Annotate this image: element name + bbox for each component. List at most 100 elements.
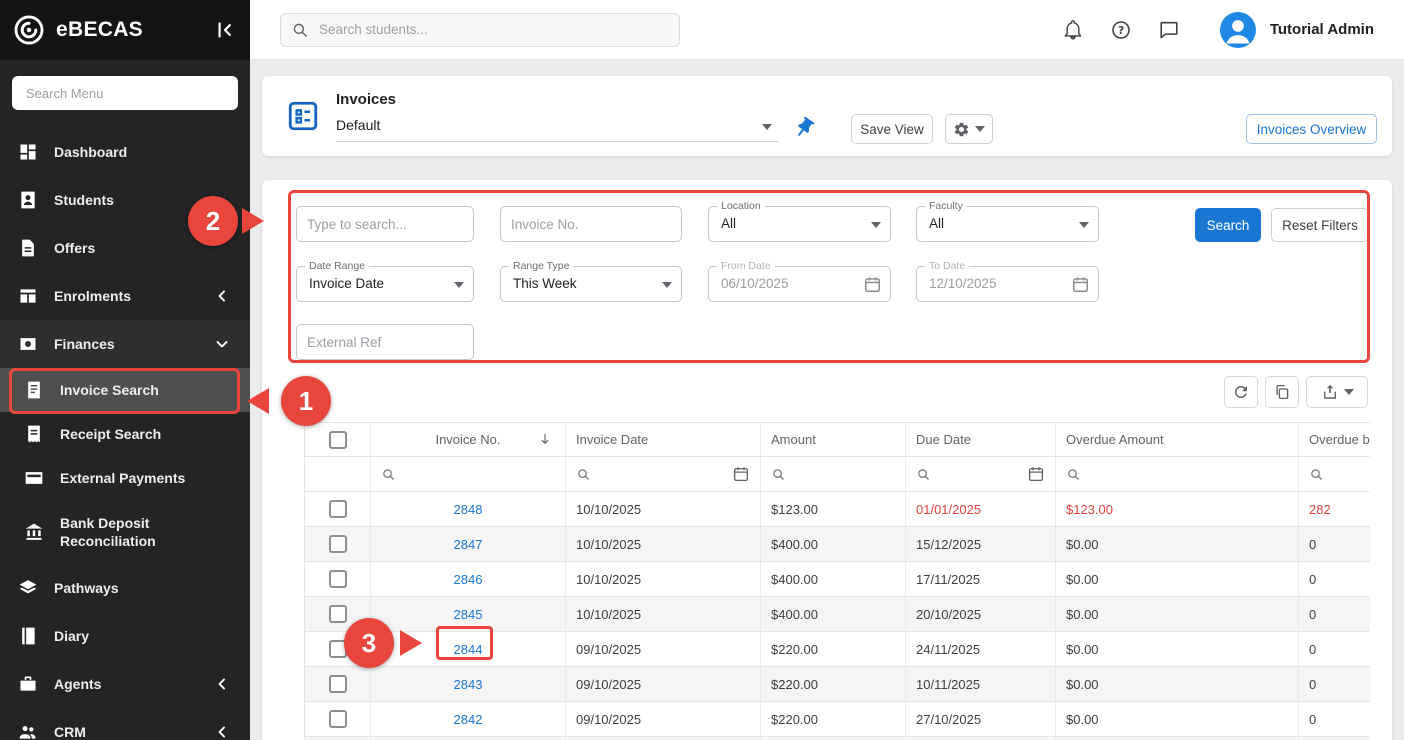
column-header-amount[interactable]: Amount bbox=[761, 423, 906, 456]
row-checkbox[interactable] bbox=[329, 605, 347, 623]
column-label: Due Date bbox=[916, 432, 971, 447]
sidebar-item-pathways[interactable]: Pathways bbox=[0, 564, 250, 612]
column-header-overdue-amount[interactable]: Overdue Amount bbox=[1056, 423, 1299, 456]
column-label: Overdue b bbox=[1309, 432, 1370, 447]
row-checkbox[interactable] bbox=[329, 570, 347, 588]
save-view-button[interactable]: Save View bbox=[851, 114, 933, 144]
amount-cell: $220.00 bbox=[761, 702, 906, 736]
column-header-invoice-date[interactable]: Invoice Date bbox=[566, 423, 761, 456]
invoice-link[interactable]: 2843 bbox=[454, 677, 483, 692]
sidebar-header: eBECAS bbox=[0, 0, 250, 60]
filter-overdue-by[interactable] bbox=[1299, 457, 1370, 491]
chevron-left-icon bbox=[212, 286, 232, 306]
row-checkbox[interactable] bbox=[329, 500, 347, 518]
filter-invoice-date[interactable] bbox=[566, 457, 761, 491]
export-dropdown-button[interactable] bbox=[1306, 376, 1368, 408]
page-title: Invoices bbox=[336, 91, 396, 108]
overdue-by-cell: 0 bbox=[1299, 527, 1370, 561]
enrolments-icon bbox=[18, 286, 38, 306]
annotation-step-1: 1 bbox=[281, 376, 331, 426]
overdue-amount-cell: $123.00 bbox=[1056, 492, 1299, 526]
collapse-sidebar-icon[interactable] bbox=[212, 17, 238, 43]
sidebar-item-label: Finances bbox=[54, 335, 196, 353]
invoice-date-cell: 10/10/2025 bbox=[566, 597, 761, 631]
row-checkbox-cell bbox=[305, 667, 371, 701]
invoice-link[interactable]: 2846 bbox=[454, 572, 483, 587]
sidebar-item-external-payments[interactable]: External Payments bbox=[0, 456, 250, 500]
crm-icon bbox=[18, 722, 38, 740]
overdue-by-cell: 0 bbox=[1299, 562, 1370, 596]
notifications-bell-icon[interactable] bbox=[1062, 19, 1084, 41]
row-checkbox[interactable] bbox=[329, 675, 347, 693]
invoices-overview-button[interactable]: Invoices Overview bbox=[1246, 114, 1377, 144]
sidebar-item-agents[interactable]: Agents bbox=[0, 660, 250, 708]
column-label: Invoice Date bbox=[576, 432, 648, 447]
export-icon bbox=[1321, 383, 1339, 401]
invoice-link[interactable]: 2845 bbox=[454, 607, 483, 622]
row-checkbox[interactable] bbox=[329, 710, 347, 728]
select-all-checkbox[interactable] bbox=[329, 431, 347, 449]
filter-cell-empty bbox=[305, 457, 371, 491]
annotation-step-3: 3 bbox=[344, 618, 394, 668]
calendar-icon[interactable] bbox=[732, 465, 750, 483]
chevron-down-icon bbox=[975, 126, 985, 132]
invoice-link[interactable]: 2847 bbox=[454, 537, 483, 552]
sidebar-item-enrolments[interactable]: Enrolments bbox=[0, 272, 250, 320]
invoice-table-grid: Invoice No. Invoice Date Amount Due Date… bbox=[304, 422, 1370, 740]
help-icon[interactable]: ? bbox=[1110, 19, 1132, 41]
overdue-amount-cell: $0.00 bbox=[1056, 702, 1299, 736]
sidebar-item-receipt-search[interactable]: Receipt Search bbox=[0, 412, 250, 456]
view-selector[interactable]: Default bbox=[336, 114, 778, 142]
amount-cell: $400.00 bbox=[761, 562, 906, 596]
gear-icon bbox=[953, 121, 970, 138]
sidebar-item-finances[interactable]: Finances bbox=[0, 320, 250, 368]
sidebar-item-dashboard[interactable]: Dashboard bbox=[0, 128, 250, 176]
table-header-row: Invoice No. Invoice Date Amount Due Date… bbox=[305, 423, 1370, 457]
overdue-by-cell: 282 bbox=[1299, 492, 1370, 526]
search-icon bbox=[1309, 467, 1324, 482]
search-students-input[interactable] bbox=[280, 13, 680, 47]
overdue-by-cell: 0 bbox=[1299, 632, 1370, 666]
overdue-amount-cell: $0.00 bbox=[1056, 632, 1299, 666]
sidebar-item-bank-deposit-reconciliation[interactable]: Bank Deposit Reconciliation bbox=[0, 500, 250, 564]
chat-icon[interactable] bbox=[1158, 19, 1180, 41]
filter-due-date[interactable] bbox=[906, 457, 1056, 491]
pin-icon[interactable] bbox=[787, 111, 820, 144]
invoice-link[interactable]: 2842 bbox=[454, 712, 483, 727]
filter-overdue-amount[interactable] bbox=[1056, 457, 1299, 491]
receipt-search-icon bbox=[24, 424, 44, 444]
column-header-invoice-no[interactable]: Invoice No. bbox=[371, 423, 566, 456]
sidebar-item-diary[interactable]: Diary bbox=[0, 612, 250, 660]
copy-button[interactable] bbox=[1265, 376, 1299, 408]
column-header-overdue-by[interactable]: Overdue b bbox=[1299, 423, 1370, 456]
filter-amount[interactable] bbox=[761, 457, 906, 491]
invoice-link[interactable]: 2848 bbox=[454, 502, 483, 517]
agents-icon bbox=[18, 674, 38, 694]
dashboard-icon bbox=[18, 142, 38, 162]
diary-icon bbox=[18, 626, 38, 646]
settings-dropdown-button[interactable] bbox=[945, 114, 993, 144]
finances-icon bbox=[18, 334, 38, 354]
column-header-due-date[interactable]: Due Date bbox=[906, 423, 1056, 456]
amount-cell: $400.00 bbox=[761, 527, 906, 561]
table-row-2843: 284309/10/2025$220.0010/11/2025$0.000 bbox=[305, 667, 1370, 702]
sort-descending-icon[interactable] bbox=[537, 431, 553, 447]
invoice-date-cell: 10/10/2025 bbox=[566, 492, 761, 526]
overdue-amount-cell: $0.00 bbox=[1056, 597, 1299, 631]
row-checkbox[interactable] bbox=[329, 535, 347, 553]
sidebar-item-label: Pathways bbox=[54, 579, 232, 597]
filter-invoice-no[interactable] bbox=[371, 457, 566, 491]
sidebar-item-label: Bank Deposit Reconciliation bbox=[60, 514, 232, 550]
invoice-date-cell: 09/10/2025 bbox=[566, 702, 761, 736]
calendar-icon[interactable] bbox=[1027, 465, 1045, 483]
svg-text:?: ? bbox=[1118, 24, 1124, 36]
topbar-actions: ? Tutorial Admin bbox=[1036, 12, 1404, 48]
sidebar-item-crm[interactable]: CRM bbox=[0, 708, 250, 740]
avatar[interactable] bbox=[1220, 12, 1256, 48]
refresh-button[interactable] bbox=[1224, 376, 1258, 408]
invoice-date-cell: 09/10/2025 bbox=[566, 632, 761, 666]
user-name[interactable]: Tutorial Admin bbox=[1270, 21, 1374, 38]
menu-search-input[interactable] bbox=[12, 76, 238, 110]
annotation-arrow-step-3 bbox=[400, 630, 422, 656]
amount-cell: $220.00 bbox=[761, 667, 906, 701]
